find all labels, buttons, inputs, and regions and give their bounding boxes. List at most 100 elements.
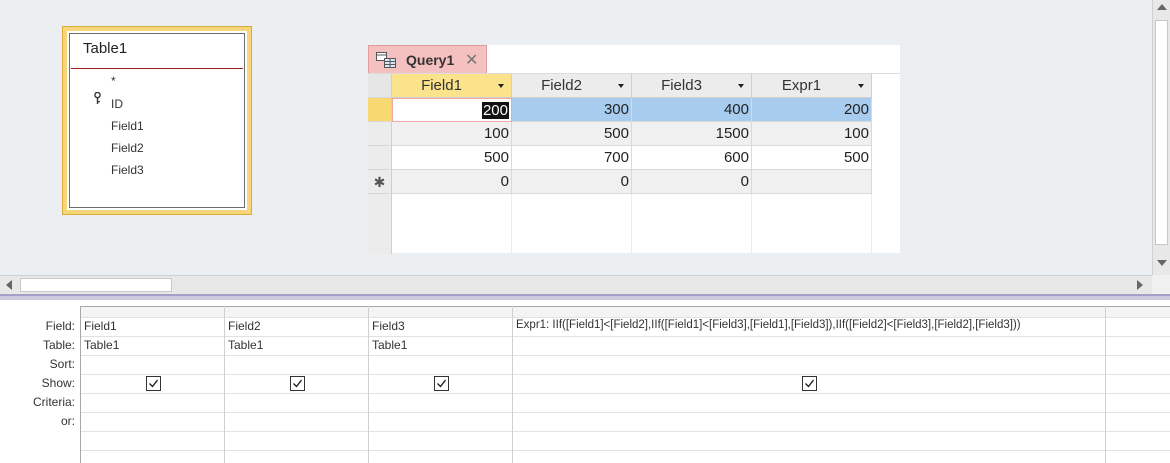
grid-line [80, 374, 1170, 375]
row-label-or: or: [60, 414, 75, 428]
vertical-scrollbar[interactable] [1152, 0, 1170, 275]
scroll-thumb[interactable] [1155, 20, 1168, 245]
grid-line [80, 393, 1170, 394]
row-label-show: Show: [41, 376, 75, 390]
table-cell[interactable]: 100 [392, 122, 512, 146]
table1-field-list[interactable]: Table1 * ID Field1 Field2 Field3 [62, 26, 252, 215]
datasheet-grid: Field1 Field2 Field3 Expr1 200 300 400 2… [368, 73, 900, 254]
checkmark-icon [149, 379, 159, 388]
grid-line [80, 412, 1170, 413]
horizontal-scrollbar[interactable] [0, 275, 1152, 294]
table-cell[interactable]: 0 [392, 170, 512, 194]
table-cell[interactable]: 0 [512, 170, 632, 194]
grid-line [80, 431, 1170, 432]
tab-query1[interactable]: Query1 ✕ [368, 45, 487, 73]
grid-column-divider [1105, 306, 1106, 463]
grid-field-cell[interactable]: Field2 [228, 319, 261, 333]
show-checkbox[interactable] [434, 376, 449, 391]
grid-column-divider [512, 306, 513, 463]
table-cell[interactable]: 300 [512, 98, 632, 122]
checkmark-icon [805, 379, 815, 388]
grid-expression-cell[interactable]: Expr1: IIf([Field1]<[Field2],IIf([Field1… [516, 319, 1021, 331]
tab-query1-label: Query1 [406, 52, 455, 68]
show-checkbox[interactable] [290, 376, 305, 391]
scroll-down-icon[interactable] [1157, 260, 1167, 266]
column-header-field2[interactable]: Field2 [512, 74, 632, 98]
query-design-grid: Field: Table: Sort: Show: Criteria: or: … [0, 306, 1170, 463]
grid-column-divider [368, 306, 369, 463]
table-cell[interactable]: 200 [392, 98, 512, 122]
table-cell[interactable]: 500 [512, 122, 632, 146]
column-header-expr1[interactable]: Expr1 [752, 74, 872, 98]
column-header-label: Field1 [421, 77, 462, 94]
field-list-item-field1[interactable]: Field1 [111, 119, 144, 133]
close-icon[interactable]: ✕ [465, 50, 478, 70]
column-header-field3[interactable]: Field3 [632, 74, 752, 98]
scrollbar-corner [1152, 275, 1170, 294]
query-datasheet-window: Query1 ✕ Field1 Field2 Field3 Expr1 200 … [368, 45, 900, 254]
grid-field-cell[interactable]: Field1 [84, 319, 117, 333]
chevron-down-icon[interactable] [498, 84, 504, 88]
grid-field-cell[interactable]: Field3 [372, 319, 405, 333]
select-all-corner[interactable] [368, 74, 392, 98]
pane-splitter[interactable] [0, 294, 1170, 300]
table-cell[interactable]: 600 [632, 146, 752, 170]
grid-column-divider [224, 306, 225, 463]
record-selector[interactable] [368, 122, 392, 146]
checkmark-icon [293, 379, 303, 388]
table-cell[interactable]: 100 [752, 122, 872, 146]
chevron-down-icon[interactable] [858, 84, 864, 88]
checkmark-icon [437, 379, 447, 388]
row-label-field: Field: [45, 319, 75, 333]
grid-line [80, 355, 1170, 356]
query-icon [376, 52, 396, 68]
chevron-down-icon[interactable] [618, 84, 624, 88]
grid-table-cell[interactable]: Table1 [228, 338, 263, 352]
field-list-item-all[interactable]: * [111, 74, 116, 88]
column-header-field1[interactable]: Field1 [392, 74, 512, 98]
table-cell[interactable]: 0 [632, 170, 752, 194]
chevron-down-icon[interactable] [738, 84, 744, 88]
column-divider [871, 194, 872, 254]
column-selector-bar[interactable] [80, 307, 1170, 317]
column-header-label: Expr1 [781, 77, 822, 94]
grid-line [80, 450, 1170, 451]
scroll-thumb[interactable] [20, 278, 172, 292]
show-checkbox[interactable] [802, 376, 817, 391]
selector-column-empty [368, 194, 392, 254]
scroll-left-icon[interactable] [6, 280, 12, 290]
new-record-selector[interactable]: ✱ [368, 170, 392, 194]
field-list-item-field2[interactable]: Field2 [111, 141, 144, 155]
show-checkbox[interactable] [146, 376, 161, 391]
record-selector[interactable] [368, 98, 392, 122]
grid-table-cell[interactable]: Table1 [372, 338, 407, 352]
field-list-item-field3[interactable]: Field3 [111, 163, 144, 177]
column-header-label: Field2 [541, 77, 582, 94]
column-header-label: Field3 [661, 77, 702, 94]
query-design-upper-pane: Table1 * ID Field1 Field2 Field3 Query1 … [0, 0, 1152, 275]
row-label-table: Table: [42, 338, 75, 352]
column-divider [751, 194, 752, 254]
record-selector[interactable] [368, 146, 392, 170]
table-cell[interactable]: 1500 [632, 122, 752, 146]
table-cell[interactable]: 500 [392, 146, 512, 170]
table-cell[interactable]: 200 [752, 98, 872, 122]
field-list-frame [69, 33, 245, 208]
grid-column-divider [80, 306, 81, 463]
field-list-item-id[interactable]: ID [111, 97, 123, 111]
row-label-criteria: Criteria: [32, 395, 75, 409]
column-divider [631, 194, 632, 254]
column-divider [511, 194, 512, 254]
grid-line [80, 336, 1170, 337]
table-cell[interactable]: 400 [632, 98, 752, 122]
grid-line [80, 317, 1170, 318]
primary-key-icon [94, 92, 101, 104]
table-cell[interactable] [752, 170, 872, 194]
title-underline [71, 68, 243, 69]
scroll-up-icon[interactable] [1157, 4, 1167, 10]
grid-table-cell[interactable]: Table1 [84, 338, 119, 352]
table-cell[interactable]: 500 [752, 146, 872, 170]
row-label-sort: Sort: [49, 357, 75, 371]
scroll-right-icon[interactable] [1137, 280, 1143, 290]
table-cell[interactable]: 700 [512, 146, 632, 170]
